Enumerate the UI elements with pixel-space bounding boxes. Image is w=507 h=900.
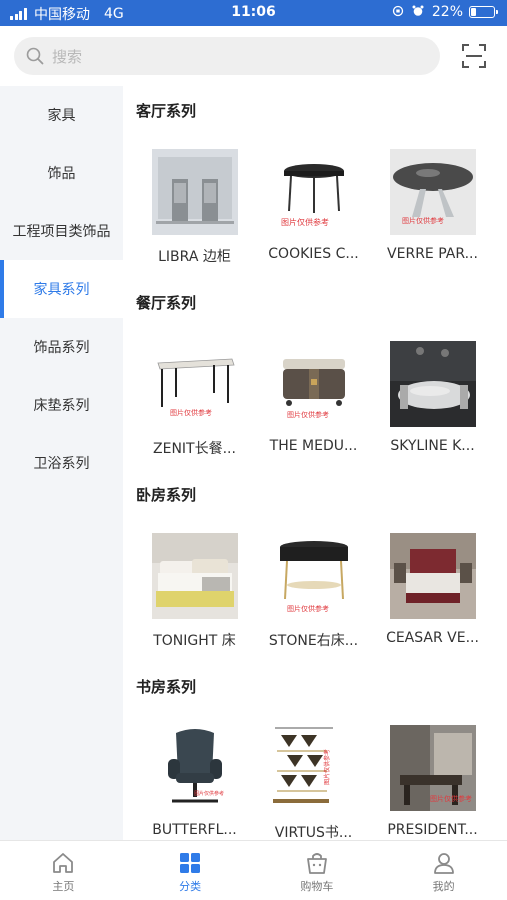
product-grid-study: 图片仅供参考 BUTTERFL... 图片仅供参考 VIRTUS书... 图片仅…	[123, 712, 507, 840]
tab-profile[interactable]: 我的	[380, 841, 507, 900]
search-placeholder: 搜索	[52, 47, 83, 66]
sidebar-item-furniture-series[interactable]: 家具系列	[0, 260, 123, 318]
product-name: VERRE PAR...	[387, 246, 478, 262]
watermark-text: 图片仅供参考	[281, 217, 329, 227]
product-content: 客厅系列 LIBRA 边柜 图片仅供参考 COOKIES C... 图片仅供参考…	[123, 86, 507, 840]
product-name: STONE右床...	[268, 633, 359, 649]
section-title-bedroom: 卧房系列	[136, 486, 197, 504]
product-grid-living-room: LIBRA 边柜 图片仅供参考 COOKIES C... 图片仅供参考 VERR…	[123, 136, 507, 278]
category-icon	[180, 853, 201, 873]
product-name: CEASAR VE...	[386, 630, 479, 646]
sidebar-item-mattress-series[interactable]: 床垫系列	[0, 376, 123, 434]
product-card[interactable]: 图片仅供参考 BUTTERFL...	[135, 712, 254, 840]
sidebar-item-accessory-series[interactable]: 饰品系列	[0, 318, 123, 376]
search-input[interactable]: 搜索	[14, 37, 440, 75]
product-name: SKYLINE K...	[390, 438, 475, 454]
bookshelf-image: 图片仅供参考	[270, 725, 357, 811]
product-card[interactable]: 图片仅供参考 PRESIDENT...	[373, 712, 492, 840]
section-title-living-room: 客厅系列	[136, 102, 197, 120]
tab-category[interactable]: 分类	[127, 841, 254, 900]
section-title-study: 书房系列	[136, 678, 197, 696]
sidebar-item-furniture[interactable]: 家具	[0, 86, 123, 144]
product-name: PRESIDENT...	[387, 822, 478, 838]
product-card[interactable]: 图片仅供参考 THE MEDU...	[254, 328, 373, 470]
battery-percent: 22%	[431, 4, 463, 20]
product-card[interactable]: LIBRA 边柜	[135, 136, 254, 278]
watermark-text: 图片仅供参考	[430, 794, 472, 803]
watermark-text: 图片仅供参考	[323, 749, 331, 785]
watermark-text: 图片仅供参考	[287, 604, 329, 613]
product-name: LIBRA 边柜	[158, 249, 231, 265]
bottom-tab-bar: 主页 分类 购物车 我的	[0, 840, 507, 900]
product-name: ZENIT长餐...	[153, 441, 236, 457]
watermark-text: 图片仅供参考	[287, 410, 329, 419]
product-card[interactable]: 图片仅供参考 STONE右床...	[254, 520, 373, 662]
product-grid-dining-room: 图片仅供参考 ZENIT长餐... 图片仅供参考 THE MEDU... SKY…	[123, 328, 507, 470]
product-card[interactable]: TONIGHT 床	[135, 520, 254, 662]
sideboard-image: 图片仅供参考	[270, 341, 357, 427]
scan-icon	[462, 44, 486, 68]
cabinet-image	[151, 149, 238, 235]
product-grid-bedroom: TONIGHT 床 图片仅供参考 STONE右床... CEASAR VE...	[123, 520, 507, 662]
product-name: VIRTUS书...	[274, 825, 353, 840]
product-card[interactable]: 图片仅供参考 COOKIES C...	[254, 136, 373, 278]
status-bar: 中国移动 4G 11:06 22%	[0, 0, 507, 26]
dining-table-image: 图片仅供参考	[151, 341, 238, 427]
watermark-text: 图片仅供参考	[194, 790, 224, 797]
study-room-image: 图片仅供参考	[389, 725, 476, 811]
bed-image	[151, 533, 238, 619]
sidebar-item-bathroom-series[interactable]: 卫浴系列	[0, 434, 123, 492]
search-icon	[26, 47, 44, 65]
tab-home[interactable]: 主页	[0, 841, 127, 900]
nightstand-image: 图片仅供参考	[270, 533, 357, 619]
bedroom-image	[389, 533, 476, 619]
battery-icon	[469, 6, 498, 18]
product-card[interactable]: SKYLINE K...	[373, 328, 492, 470]
product-name: THE MEDU...	[269, 438, 358, 454]
alarm-icon	[412, 5, 424, 20]
sidebar-item-accessories[interactable]: 饰品	[0, 144, 123, 202]
category-sidebar: 家具 饰品 工程项目类饰品 家具系列 饰品系列 床垫系列 卫浴系列	[0, 86, 123, 840]
sidebar-item-project-accessories[interactable]: 工程项目类饰品	[0, 202, 123, 260]
orientation-lock-icon	[392, 5, 404, 20]
tab-label: 购物车	[300, 880, 334, 893]
scan-button[interactable]	[461, 43, 487, 69]
tab-label: 我的	[432, 880, 455, 893]
product-name: BUTTERFL...	[152, 822, 237, 838]
office-chair-image: 图片仅供参考	[151, 725, 238, 811]
product-card[interactable]: 图片仅供参考 VERRE PAR...	[373, 136, 492, 278]
round-table-image: 图片仅供参考	[389, 149, 476, 235]
dining-room-image	[389, 341, 476, 427]
watermark-text: 图片仅供参考	[402, 216, 444, 225]
section-title-dining-room: 餐厅系列	[136, 294, 197, 312]
product-card[interactable]: 图片仅供参考 VIRTUS书...	[254, 712, 373, 840]
product-name: COOKIES C...	[268, 246, 359, 262]
search-header: 搜索	[0, 26, 507, 86]
watermark-text: 图片仅供参考	[170, 408, 212, 417]
side-table-image: 图片仅供参考	[270, 149, 357, 235]
cart-icon	[306, 853, 327, 874]
status-right: 22%	[392, 4, 498, 20]
product-card[interactable]: 图片仅供参考 ZENIT长餐...	[135, 328, 254, 470]
product-name: TONIGHT 床	[153, 633, 236, 649]
tab-cart[interactable]: 购物车	[254, 841, 381, 900]
tab-label: 主页	[52, 880, 75, 893]
home-icon	[53, 853, 74, 873]
product-card[interactable]: CEASAR VE...	[373, 520, 492, 662]
profile-icon	[433, 853, 454, 874]
tab-label: 分类	[179, 880, 202, 893]
